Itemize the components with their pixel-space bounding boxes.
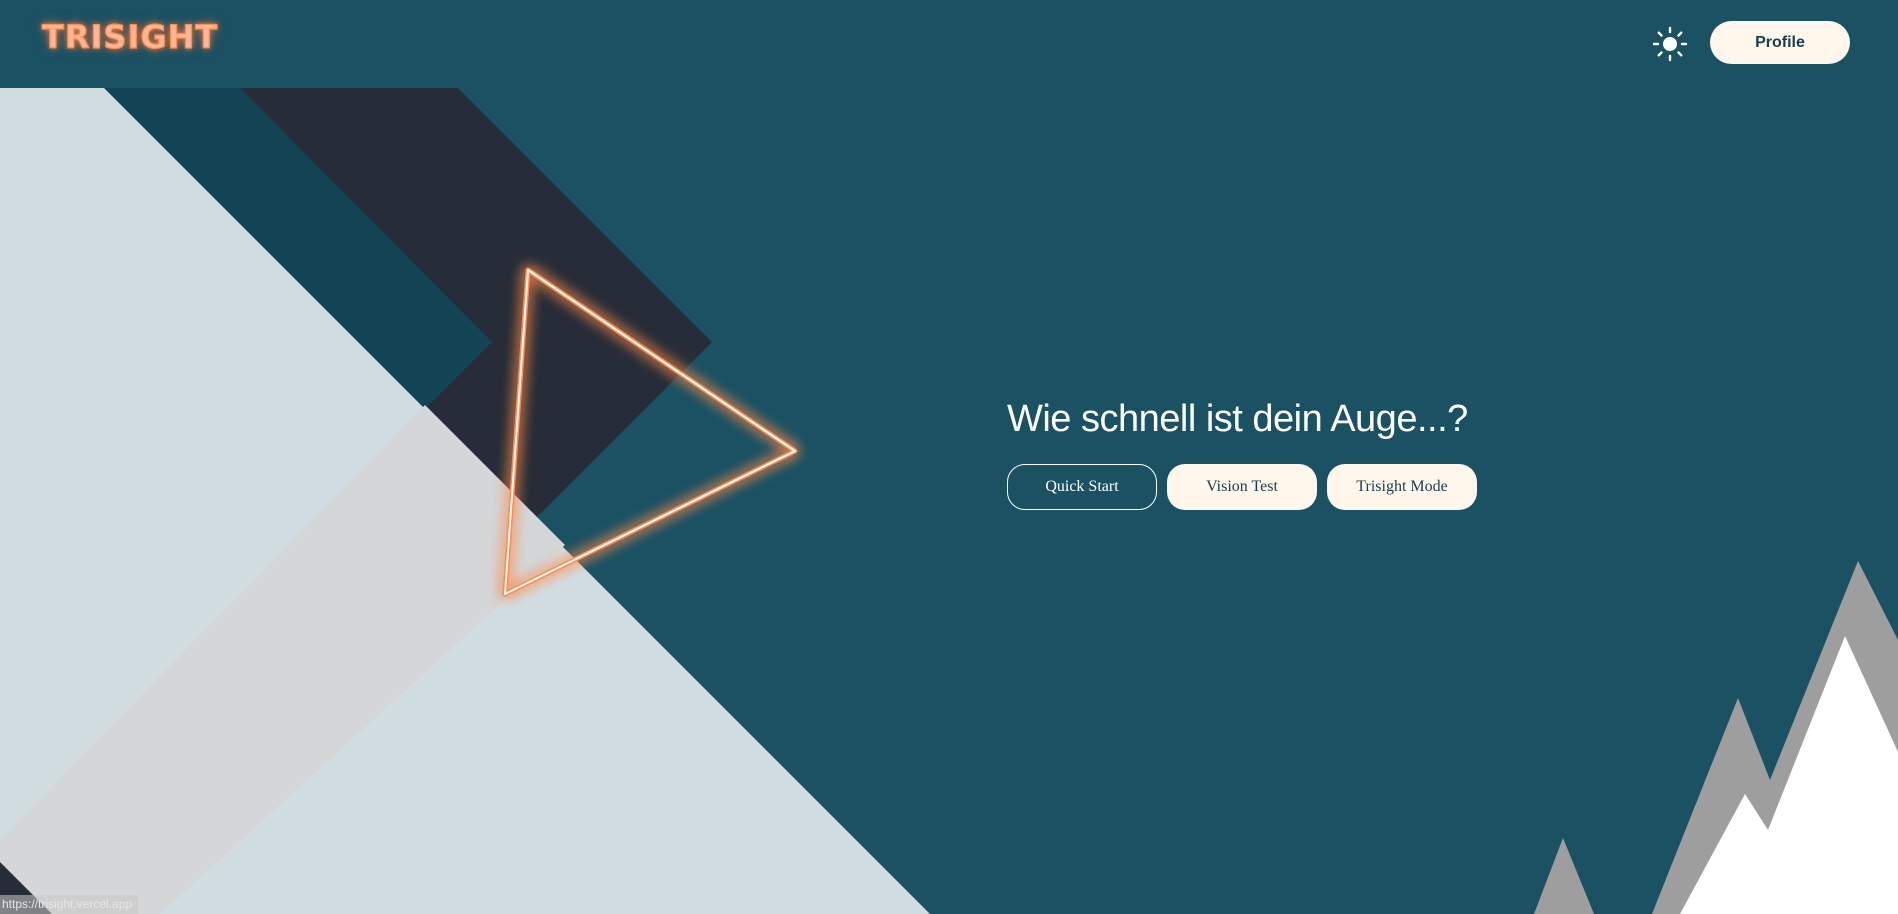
trisight-mode-button[interactable]: Trisight Mode [1327,464,1477,510]
hero-button-group: Quick Start Vision Test Trisight Mode [1007,464,1477,510]
hero-section: Wie schnell ist dein Auge...? Quick Star… [1007,398,1477,510]
logo[interactable]: TRISIGHT [41,17,218,56]
status-bar-url: https://trisight.vercel.app [0,895,139,914]
mountain-small [1534,838,1594,914]
background-illustration [0,88,1898,914]
hero-title: Wie schnell ist dein Auge...? [1007,398,1468,440]
profile-button[interactable]: Profile [1710,21,1850,64]
header: TRISIGHT Profile [0,0,1898,88]
sun-icon[interactable] [1652,26,1688,62]
vision-test-button[interactable]: Vision Test [1167,464,1317,510]
quick-start-button[interactable]: Quick Start [1007,464,1157,510]
page: TRISIGHT Profile Wie schnell ist dein Au… [0,0,1898,914]
